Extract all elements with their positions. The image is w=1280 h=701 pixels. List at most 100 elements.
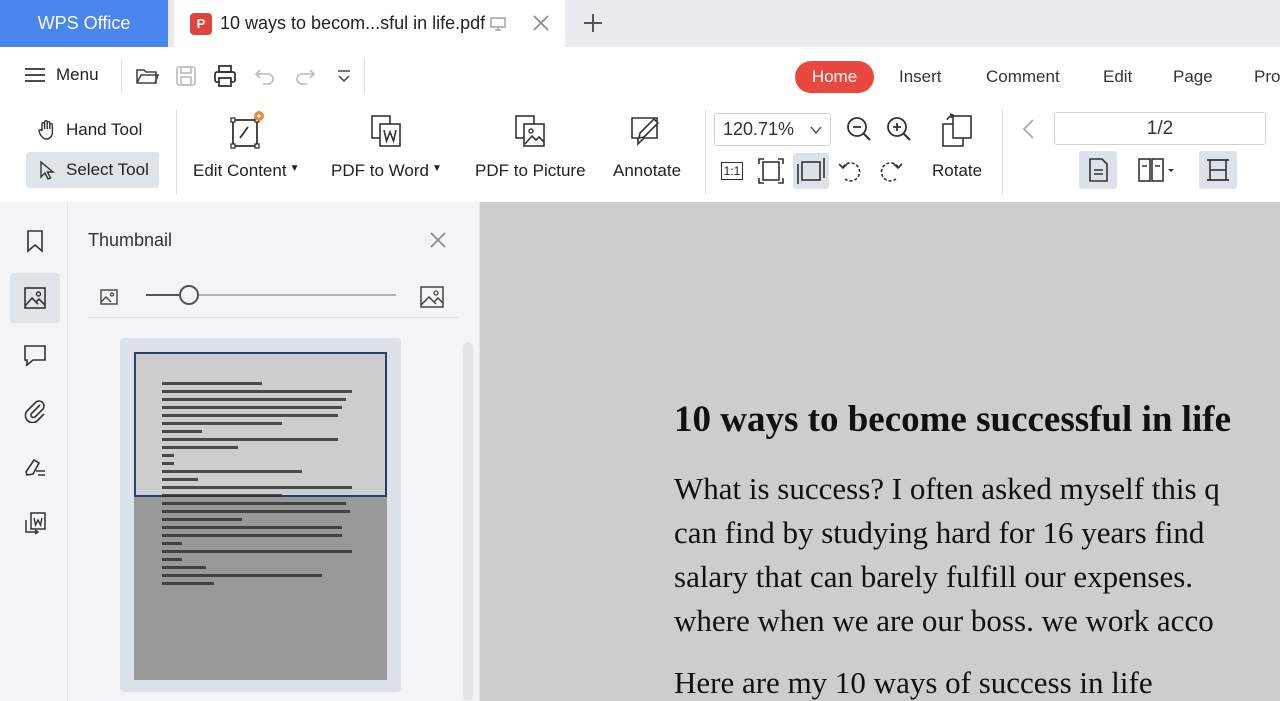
tab-home-label: Home (811, 67, 858, 86)
bookmark-icon (27, 230, 43, 253)
rail-signature-button[interactable] (10, 442, 60, 492)
page-thumbnail-1[interactable] (120, 338, 401, 692)
rotate-right-icon[interactable] (874, 155, 906, 187)
monitor-icon (490, 16, 506, 31)
close-panel-icon[interactable] (428, 230, 448, 250)
pdf-to-picture-label: PDF to Picture (475, 161, 586, 180)
pdf-file-icon: P (190, 12, 212, 35)
undo-icon[interactable] (252, 63, 278, 89)
rail-attachment-button[interactable] (10, 385, 60, 435)
fit-width-icon (797, 158, 825, 184)
annotate-icon (631, 117, 660, 146)
thumbnail-page-preview (134, 352, 387, 680)
menu-row: Menu Home Insert Comment Edit Page Pro (0, 47, 1280, 103)
tab-home[interactable]: Home (795, 61, 874, 93)
menu-button[interactable]: Menu (24, 65, 99, 85)
zoom-out-icon[interactable] (843, 113, 875, 145)
pdf-to-word-button[interactable]: PDF to Word ▼ (331, 111, 442, 181)
thumbnail-panel-title: Thumbnail (88, 230, 173, 250)
thumbnail-scrollbar[interactable] (463, 342, 473, 701)
document-page-content: 10 ways to become successful in life Wha… (674, 398, 1231, 701)
document-paragraph-1-line-2: can find by studying hard for 16 years f… (674, 515, 1205, 550)
select-tool-button[interactable]: Select Tool (26, 152, 159, 188)
chevron-down-icon (810, 126, 822, 135)
tab-protect[interactable]: Pro (1254, 67, 1280, 87)
signature-pen-icon (25, 458, 45, 476)
single-page-view-button[interactable] (1079, 151, 1117, 189)
pdf-to-picture-button[interactable]: PDF to Picture (475, 111, 586, 181)
tab-insert[interactable]: Insert (899, 67, 942, 87)
document-paragraph-1-line-1: What is success? I often asked myself th… (674, 471, 1220, 506)
redo-icon[interactable] (292, 63, 318, 89)
document-heading: 10 ways to become successful in life (674, 399, 1231, 440)
actual-size-button[interactable]: 1:1 (716, 155, 748, 187)
title-bar: WPS Office P 10 ways to becom...sful in … (0, 0, 1280, 47)
thumbnail-image-icon (24, 287, 46, 309)
document-paragraph-2: Here are my 10 ways of success in life (674, 665, 1153, 700)
zoom-level-value: 120.71% (723, 119, 795, 139)
pdf-to-picture-icon (515, 115, 546, 147)
paperclip-icon (24, 400, 45, 423)
document-tab-label: 10 ways to becom...sful in life.pdf (220, 13, 486, 33)
cursor-arrow-icon (40, 160, 55, 180)
rotate-button[interactable]: Rotate (932, 111, 982, 181)
annotate-label: Annotate (613, 161, 682, 180)
rail-comment-button[interactable] (10, 330, 60, 380)
print-icon[interactable] (212, 63, 238, 89)
rail-thumbnail-button[interactable] (10, 273, 60, 323)
close-tab-icon[interactable] (531, 13, 551, 33)
tab-comment[interactable]: Comment (986, 67, 1060, 87)
edit-content-icon (230, 111, 265, 149)
tab-edit[interactable]: Edit (1103, 67, 1132, 87)
select-tool-label: Select Tool (66, 160, 149, 179)
ribbon-separator (176, 109, 177, 195)
document-paragraph-1-line-4: where when we are our boss. we work acco (674, 603, 1214, 638)
rotate-left-icon[interactable] (835, 155, 867, 187)
ribbon-separator (705, 109, 706, 195)
new-tab-plus-icon[interactable] (580, 10, 606, 36)
document-tab[interactable]: P 10 ways to becom...sful in life.pdf (174, 0, 565, 47)
actual-size-label: 1:1 (720, 162, 744, 180)
rotate-page-icon (942, 113, 972, 147)
single-page-icon (1089, 158, 1108, 182)
continuous-scroll-button[interactable] (1199, 151, 1237, 189)
hand-icon (38, 120, 54, 140)
wps-office-tab[interactable]: WPS Office (0, 0, 168, 47)
zoom-level-select[interactable]: 120.71% (714, 113, 831, 146)
page-number-value: 1/2 (1146, 117, 1174, 139)
continuous-scroll-icon (1207, 159, 1229, 181)
small-image-icon[interactable] (98, 286, 120, 308)
pdf-to-word-dropdown-icon: ▼ (431, 163, 442, 174)
zoom-in-icon[interactable] (883, 113, 915, 145)
open-folder-icon[interactable] (134, 63, 160, 89)
hand-tool-button[interactable]: Hand Tool (26, 112, 152, 148)
customize-toolbar-icon[interactable] (331, 63, 357, 89)
document-paragraph-1-line-3: salary that can barely fulfill our expen… (674, 559, 1194, 594)
previous-page-icon[interactable] (1013, 113, 1045, 145)
hamburger-icon (25, 68, 45, 82)
large-image-icon[interactable] (418, 283, 446, 311)
menu-separator (364, 59, 365, 93)
thumbnail-size-slider-row (88, 282, 458, 312)
hand-tool-label: Hand Tool (66, 120, 143, 139)
rotate-label: Rotate (932, 161, 983, 180)
edit-content-label: Edit Content (193, 161, 287, 180)
thumbnail-panel: Thumbnail (68, 202, 480, 701)
wps-office-tab-label: WPS Office (37, 13, 131, 33)
thumbnail-size-slider-knob[interactable] (178, 285, 199, 305)
fit-width-button[interactable] (793, 153, 829, 189)
rail-convert-button[interactable] (10, 498, 60, 548)
two-page-view-icon[interactable] (1135, 154, 1181, 186)
edit-content-button[interactable]: Edit Content ▼ (193, 111, 299, 181)
document-view[interactable]: 10 ways to become successful in life Wha… (480, 202, 1280, 701)
fit-page-icon[interactable] (755, 155, 787, 187)
pdf-to-word-label: PDF to Word (331, 161, 429, 180)
save-icon[interactable] (173, 63, 199, 89)
convert-document-icon (25, 512, 46, 535)
rail-bookmark-button[interactable] (10, 216, 60, 266)
annotate-button[interactable]: Annotate (613, 111, 681, 181)
thumbnail-text-preview (162, 382, 362, 590)
tab-page[interactable]: Page (1173, 67, 1213, 87)
page-number-input[interactable]: 1/2 (1054, 112, 1266, 145)
ribbon-separator (1002, 109, 1003, 195)
